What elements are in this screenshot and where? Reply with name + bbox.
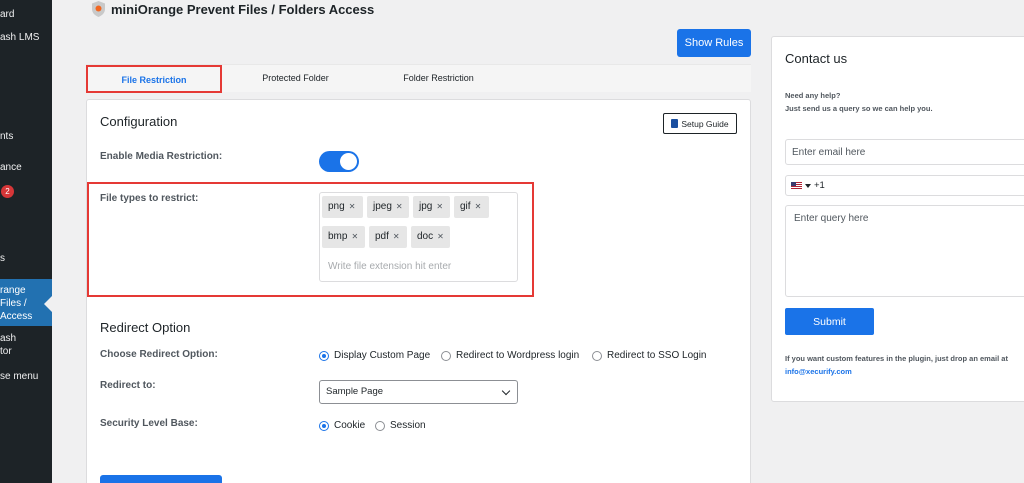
file-type-tag: jpeg ✕ [367, 196, 409, 218]
radio-label: Cookie [334, 420, 366, 431]
file-type-tag: gif ✕ [454, 196, 489, 218]
show-rules-button[interactable]: Show Rules [677, 29, 751, 57]
radio-button[interactable] [592, 350, 602, 361]
page-header: miniOrange Prevent Files / Folders Acces… [92, 0, 374, 18]
enable-media-label: Enable Media Restriction: [100, 151, 223, 162]
remove-tag-icon[interactable]: ✕ [351, 232, 358, 241]
page-title: miniOrange Prevent Files / Folders Acces… [111, 1, 375, 17]
caret-down-icon[interactable] [805, 183, 811, 188]
radio-label: Redirect to Wordpress login [456, 350, 580, 361]
sidebar-item-appearance[interactable]: ance [0, 162, 22, 173]
redirect-to-select[interactable]: Sample Page [319, 380, 518, 404]
contact-help-text: Need any help? Just send us a query so w… [785, 91, 933, 113]
tab-folder-restriction[interactable]: Folder Restriction [369, 65, 508, 93]
file-type-tag: bmp ✕ [322, 226, 365, 248]
tab-bar: File Restriction Protected Folder Folder… [86, 64, 751, 93]
file-types-label: File types to restrict: [100, 193, 199, 204]
remove-tag-icon[interactable]: ✕ [396, 202, 403, 211]
setup-guide-label: Setup Guide [681, 118, 729, 129]
contact-title: Contact us [785, 51, 848, 66]
toggle-knob [340, 153, 357, 170]
radio-button[interactable] [441, 350, 451, 361]
remove-tag-icon[interactable]: ✕ [393, 232, 400, 241]
radio-button[interactable] [319, 420, 329, 431]
security-level-label: Security Level Base: [100, 418, 198, 429]
radio-button[interactable] [375, 420, 385, 431]
active-indicator-arrow [44, 296, 52, 312]
update-count-badge: 2 [1, 185, 14, 198]
configuration-title: Configuration [100, 114, 178, 129]
remove-tag-icon[interactable]: ✕ [436, 202, 443, 211]
sidebar-item-lms[interactable]: ash LMS [0, 32, 39, 43]
enable-media-toggle[interactable] [319, 151, 359, 172]
file-extension-input[interactable] [328, 258, 508, 274]
redirect-to-label: Redirect to: [100, 380, 156, 391]
email-field[interactable] [785, 139, 1024, 165]
sidebar-item-flash[interactable]: ash [0, 333, 16, 344]
radio-display-custom-page[interactable]: Display Custom Page [319, 350, 430, 361]
sidebar-item-editor[interactable]: tor [0, 346, 12, 357]
choose-redirect-label: Choose Redirect Option: [100, 349, 218, 360]
submit-button[interactable]: Submit [785, 308, 874, 335]
file-type-tag: doc ✕ [411, 226, 450, 248]
redirect-option-title: Redirect Option [100, 320, 191, 335]
contact-note: If you want custom features in the plugi… [785, 354, 1008, 378]
radio-label: Session [390, 420, 426, 431]
sidebar-item-miniorange-label: range Files / Access [0, 285, 33, 322]
setup-guide-button[interactable]: Setup Guide [663, 113, 737, 134]
save-button[interactable] [100, 475, 222, 483]
radio-button[interactable] [319, 350, 329, 361]
contact-email-link[interactable]: info@xecurify.com [785, 365, 1008, 378]
collapse-menu-button[interactable]: se menu [0, 371, 38, 382]
radio-label: Redirect to SSO Login [607, 350, 707, 361]
sidebar-item-comments[interactable]: nts [0, 131, 13, 142]
book-icon [671, 119, 679, 128]
query-field[interactable] [785, 205, 1024, 297]
tab-protected-folder[interactable]: Protected Folder [222, 65, 369, 93]
phone-field[interactable]: +1 [785, 175, 1024, 196]
select-value: Sample Page [326, 386, 384, 397]
radio-session[interactable]: Session [375, 420, 426, 431]
radio-cookie[interactable]: Cookie [319, 420, 365, 431]
sidebar-item-dashboard[interactable]: ard [0, 9, 14, 20]
radio-label: Display Custom Page [334, 350, 431, 361]
phone-country-code: +1 [814, 180, 825, 191]
remove-tag-icon[interactable]: ✕ [437, 232, 444, 241]
miniorange-shield-icon [92, 1, 105, 17]
chevron-down-icon [501, 386, 511, 396]
remove-tag-icon[interactable]: ✕ [475, 202, 482, 211]
radio-redirect-wordpress-login[interactable]: Redirect to Wordpress login [441, 350, 579, 361]
file-type-tag: pdf ✕ [369, 226, 407, 248]
sidebar-item-tools[interactable]: s [0, 253, 5, 264]
remove-tag-icon[interactable]: ✕ [349, 202, 356, 211]
admin-sidebar: ard ash LMS nts ance 2 s range Files / A… [0, 0, 52, 483]
tab-file-restriction[interactable]: File Restriction [86, 65, 222, 93]
us-flag-icon[interactable] [791, 182, 802, 189]
file-type-tag: png ✕ [322, 196, 363, 218]
file-type-tag: jpg ✕ [413, 196, 450, 218]
radio-redirect-sso-login[interactable]: Redirect to SSO Login [592, 350, 707, 361]
